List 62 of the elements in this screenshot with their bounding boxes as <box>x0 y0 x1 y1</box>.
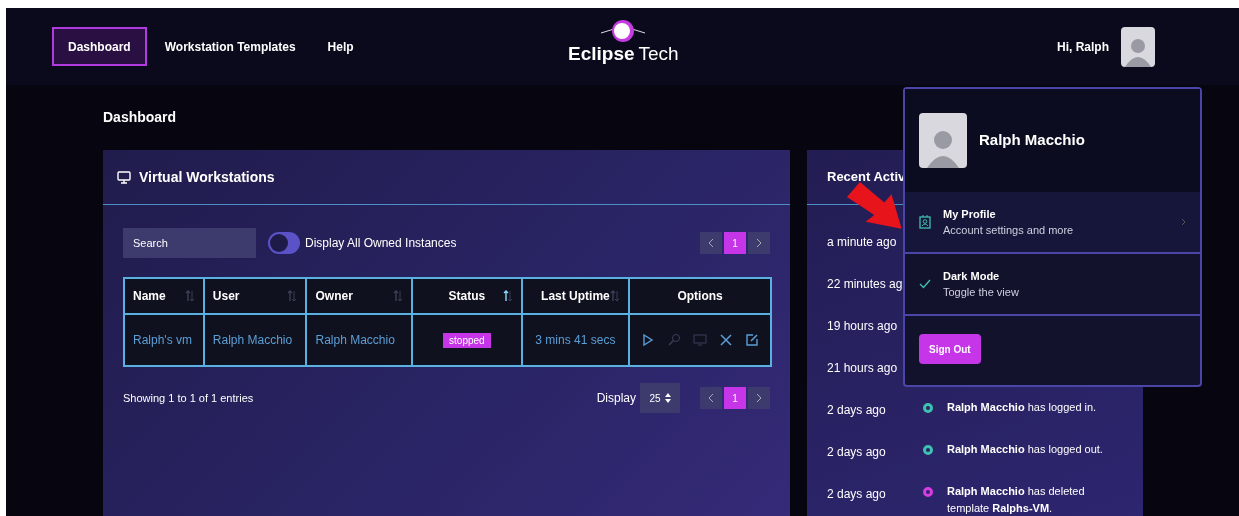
menu-item-title: My Profile <box>943 206 997 222</box>
activity-time: 19 hours ago <box>827 318 899 335</box>
edit-icon[interactable] <box>745 333 760 347</box>
close-icon[interactable] <box>719 333 734 347</box>
display-label: Display <box>596 390 636 407</box>
activity-message: Ralph Macchio has logged in. <box>947 400 1098 415</box>
entries-info: Showing 1 to 1 of 1 entries <box>123 390 254 406</box>
column-header[interactable]: Status <box>448 287 486 305</box>
column-header[interactable]: Options <box>677 287 723 305</box>
menu-item-subtitle: Account settings and more <box>943 223 1074 238</box>
table-cell: Ralph Macchio <box>306 314 413 366</box>
sort-caret-icon <box>664 393 671 403</box>
page-size-select[interactable]: 25 <box>640 383 680 413</box>
menu-item-subtitle: Toggle the view <box>943 285 1019 300</box>
id-badge-icon <box>919 215 931 229</box>
table-cell: Ralph's vm <box>124 314 204 366</box>
annotation-arrow <box>847 182 903 230</box>
menu-item[interactable]: My Profile Account settings and more <box>905 192 1200 254</box>
play-icon[interactable] <box>641 333 656 347</box>
greeting-text: Hi, Ralph <box>1057 38 1109 56</box>
page-button[interactable]: 1 <box>724 387 746 409</box>
logo-text: Tech <box>638 44 679 64</box>
user-name: Ralph Macchio <box>979 130 1085 151</box>
chevron-right-icon <box>756 238 762 248</box>
activity-time: 22 minutes ag <box>827 276 904 293</box>
chevron-left-icon <box>708 238 714 248</box>
column-header[interactable]: User <box>212 287 240 305</box>
activity-message: Ralph Macchio has deleted template Ralphs-VM. <box>947 484 1086 516</box>
search-field[interactable]: Search <box>123 228 256 258</box>
page-title: Dashboard <box>103 108 177 127</box>
column-header[interactable]: Owner <box>315 287 353 305</box>
next-page-button[interactable] <box>748 387 770 409</box>
activity-time: 2 days ago <box>827 486 887 503</box>
table-cell: Ralph Macchio <box>203 314 307 366</box>
sign-out-button[interactable]: Sign Out <box>919 334 981 364</box>
activity-time: 21 hours ago <box>827 360 899 377</box>
previous-page-button[interactable] <box>700 387 722 409</box>
activity-message: Ralph Macchio has logged out. <box>947 442 1104 457</box>
activity-time: a minute ago <box>827 234 898 251</box>
avatar-icon <box>919 113 967 168</box>
sort-icon[interactable] <box>502 290 513 302</box>
chevron-right-icon <box>756 393 762 403</box>
monitor-icon <box>117 170 131 184</box>
menu-item-title: Dark Mode <box>943 268 1001 284</box>
logo-text: Eclipse <box>568 44 635 64</box>
card-title: Virtual Workstations <box>139 167 275 187</box>
toggle-switch[interactable] <box>268 232 300 254</box>
chevron-right-icon <box>1181 218 1186 226</box>
avatar-button[interactable] <box>1121 26 1155 67</box>
nav-tab[interactable]: Help <box>313 27 368 66</box>
activity-time: 2 days ago <box>827 444 887 461</box>
activity-time: 2 days ago <box>827 402 887 419</box>
page-button[interactable]: 1 <box>724 232 746 254</box>
nav-tab[interactable]: Dashboard <box>52 27 147 66</box>
chevron-left-icon <box>708 393 714 403</box>
status-badge: stopped <box>443 333 491 348</box>
next-page-button[interactable] <box>748 232 770 254</box>
nav-tab[interactable]: Workstation Templates <box>150 27 310 66</box>
eclipse-logo-icon <box>600 18 647 44</box>
previous-page-button[interactable] <box>700 232 722 254</box>
table-cell: 3 mins 41 secs <box>521 314 630 366</box>
toggle-label: Display All Owned Instances <box>305 235 457 252</box>
